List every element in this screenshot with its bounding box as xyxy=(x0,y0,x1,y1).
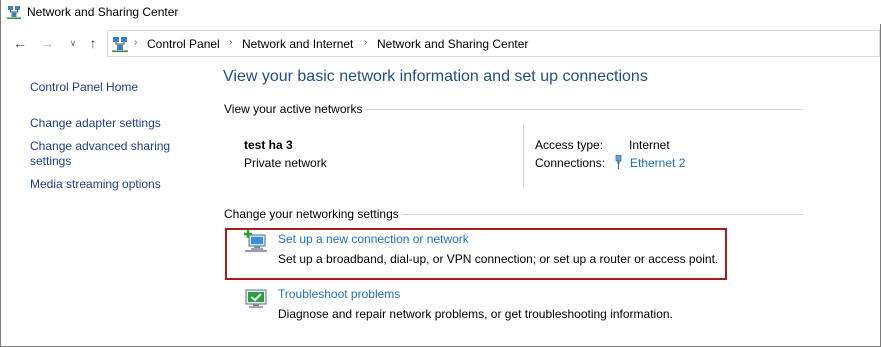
breadcrumb-network-internet[interactable]: Network and Internet xyxy=(242,37,353,51)
up-arrow-icon[interactable]: ↑ xyxy=(85,35,101,51)
troubleshoot-description: Diagnose and repair network problems, or… xyxy=(278,307,673,321)
network-sharing-center-window: Network and Sharing Center ← → ∨ ↑ › Con… xyxy=(0,0,881,347)
navigation-bar: ← → ∨ ↑ › Control Panel › Network and In… xyxy=(1,28,881,60)
network-type: Private network xyxy=(244,156,327,170)
section-divider xyxy=(401,214,803,215)
network-center-icon xyxy=(112,37,128,52)
title-bar: Network and Sharing Center xyxy=(1,0,881,24)
sidebar-item-media-streaming[interactable]: Media streaming options xyxy=(30,177,161,191)
main-content: View your basic network information and … xyxy=(206,62,881,346)
forward-arrow-icon[interactable]: → xyxy=(39,35,55,51)
troubleshoot-icon[interactable] xyxy=(243,286,269,312)
breadcrumb-separator-icon[interactable]: › xyxy=(134,37,137,48)
sidebar-item-control-panel-home[interactable]: Control Panel Home xyxy=(30,80,138,94)
section-divider xyxy=(366,109,803,110)
sidebar-item-change-adapter-settings[interactable]: Change adapter settings xyxy=(30,116,161,130)
new-connection-icon[interactable] xyxy=(243,229,269,255)
sidebar-item-advanced-sharing-line2[interactable]: settings xyxy=(30,154,71,168)
breadcrumb-network-sharing-center[interactable]: Network and Sharing Center xyxy=(377,37,528,51)
back-arrow-icon[interactable]: ← xyxy=(12,35,28,51)
chevron-down-icon[interactable]: ∨ xyxy=(65,35,81,51)
setup-connection-link[interactable]: Set up a new connection or network xyxy=(278,232,469,246)
setup-connection-description: Set up a broadband, dial-up, or VPN conn… xyxy=(278,252,719,266)
breadcrumb-separator-icon[interactable]: › xyxy=(229,37,232,48)
change-settings-label: Change your networking settings xyxy=(224,207,399,221)
ethernet-icon[interactable] xyxy=(613,155,624,169)
access-type-label: Access type: xyxy=(535,138,604,152)
connections-label: Connections: xyxy=(535,156,606,170)
ethernet-connection-link[interactable]: Ethernet 2 xyxy=(630,156,685,170)
sidebar-item-advanced-sharing-line1[interactable]: Change advanced sharing xyxy=(30,139,170,153)
network-center-icon xyxy=(7,6,21,19)
network-name: test ha 3 xyxy=(244,138,293,152)
breadcrumb-separator-icon[interactable]: › xyxy=(364,37,367,48)
sidebar: Control Panel Home Change adapter settin… xyxy=(1,62,206,346)
breadcrumb-control-panel[interactable]: Control Panel xyxy=(147,37,220,51)
page-title: View your basic network information and … xyxy=(223,68,648,85)
active-networks-label: View your active networks xyxy=(224,102,363,116)
access-type-value: Internet xyxy=(629,138,670,152)
window-title: Network and Sharing Center xyxy=(27,5,179,19)
network-info-divider xyxy=(523,124,524,187)
troubleshoot-link[interactable]: Troubleshoot problems xyxy=(278,287,400,301)
address-bar[interactable]: › Control Panel › Network and Internet ›… xyxy=(107,30,880,57)
